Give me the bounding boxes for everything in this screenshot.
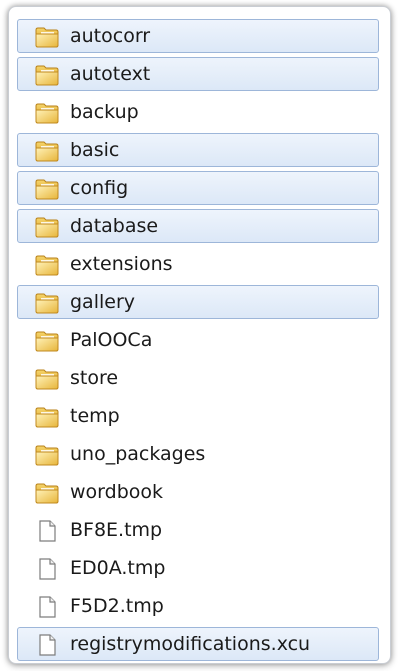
item-label: store bbox=[70, 367, 119, 389]
folder-item[interactable]: wordbook bbox=[17, 475, 379, 509]
folder-item[interactable]: extensions bbox=[17, 247, 379, 281]
item-label: config bbox=[70, 177, 129, 199]
item-label: autotext bbox=[70, 63, 151, 85]
folder-icon bbox=[34, 215, 60, 239]
item-label: database bbox=[70, 215, 159, 237]
file-item[interactable]: F5D2.tmp bbox=[17, 589, 379, 623]
folder-icon bbox=[34, 25, 60, 49]
file-item[interactable]: registrymodifications.xcu bbox=[17, 627, 379, 661]
folder-icon bbox=[34, 405, 60, 429]
item-label: backup bbox=[70, 101, 139, 123]
folder-icon bbox=[34, 481, 60, 505]
item-label: BF8E.tmp bbox=[70, 519, 163, 541]
item-label: autocorr bbox=[70, 25, 151, 47]
folder-icon bbox=[34, 367, 60, 391]
item-label: wordbook bbox=[70, 481, 164, 503]
folder-item[interactable]: autotext bbox=[17, 57, 379, 91]
file-item[interactable]: BF8E.tmp bbox=[17, 513, 379, 547]
item-label: PalOOCa bbox=[70, 329, 153, 351]
item-label: ED0A.tmp bbox=[70, 557, 166, 579]
item-label: F5D2.tmp bbox=[70, 595, 164, 617]
item-label: basic bbox=[70, 139, 120, 161]
file-icon bbox=[36, 519, 58, 543]
file-icon bbox=[36, 557, 58, 581]
file-list: autocorr autotext backup basic config da… bbox=[17, 19, 379, 663]
item-label: registrymodifications.xcu bbox=[70, 633, 311, 655]
folder-icon bbox=[34, 443, 60, 467]
folder-icon bbox=[34, 101, 60, 125]
file-icon bbox=[36, 633, 58, 657]
file-list-panel: autocorr autotext backup basic config da… bbox=[8, 6, 391, 664]
folder-icon bbox=[34, 139, 60, 163]
folder-icon bbox=[34, 177, 60, 201]
folder-item[interactable]: gallery bbox=[17, 285, 379, 319]
item-label: uno_packages bbox=[70, 443, 206, 465]
item-label: temp bbox=[70, 405, 120, 427]
folder-item[interactable]: basic bbox=[17, 133, 379, 167]
folder-item[interactable]: config bbox=[17, 171, 379, 205]
folder-item[interactable]: backup bbox=[17, 95, 379, 129]
folder-item[interactable]: PalOOCa bbox=[17, 323, 379, 357]
folder-item[interactable]: autocorr bbox=[17, 19, 379, 53]
item-label: gallery bbox=[70, 291, 136, 313]
folder-item[interactable]: database bbox=[17, 209, 379, 243]
folder-icon bbox=[34, 291, 60, 315]
folder-icon bbox=[34, 329, 60, 353]
folder-item[interactable]: uno_packages bbox=[17, 437, 379, 471]
item-label: extensions bbox=[70, 253, 173, 275]
folder-item[interactable]: store bbox=[17, 361, 379, 395]
folder-icon bbox=[34, 63, 60, 87]
file-icon bbox=[36, 595, 58, 619]
file-item[interactable]: ED0A.tmp bbox=[17, 551, 379, 585]
folder-item[interactable]: temp bbox=[17, 399, 379, 433]
folder-icon bbox=[34, 253, 60, 277]
